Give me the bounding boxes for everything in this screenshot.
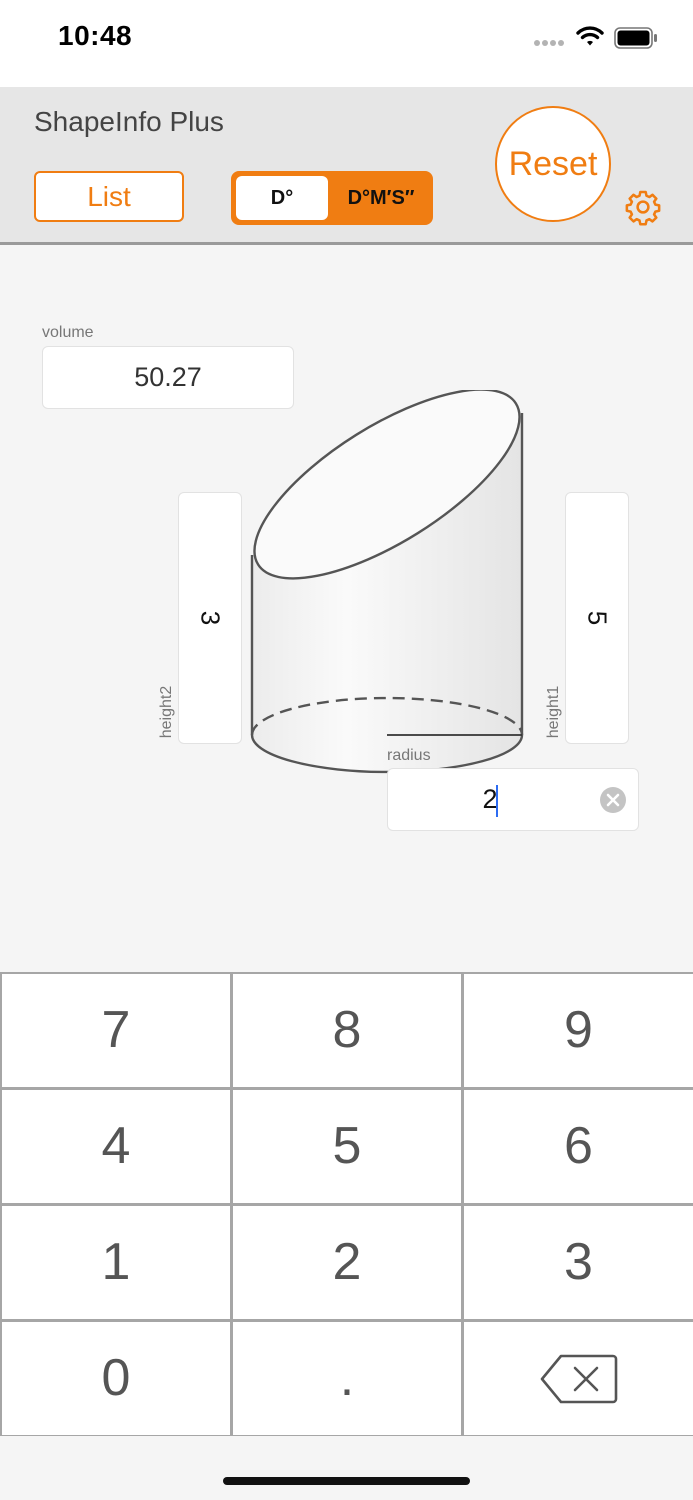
height1-field[interactable]: 5 xyxy=(565,492,629,744)
truncated-cylinder-diagram xyxy=(250,390,524,774)
radius-value: 2 xyxy=(482,784,498,814)
key-8[interactable]: 8 xyxy=(233,974,461,1087)
height2-value: 3 xyxy=(195,610,226,626)
gear-icon[interactable] xyxy=(624,188,662,231)
home-indicator-area xyxy=(0,1436,693,1500)
key-decimal[interactable]: . xyxy=(233,1322,461,1435)
key-3[interactable]: 3 xyxy=(464,1206,693,1319)
key-0[interactable]: 0 xyxy=(2,1322,230,1435)
angle-format-toggle[interactable]: D° D°M′S″ xyxy=(231,171,433,225)
key-7[interactable]: 7 xyxy=(2,974,230,1087)
height2-label: height2 xyxy=(158,685,175,739)
key-2[interactable]: 2 xyxy=(233,1206,461,1319)
wifi-icon xyxy=(576,25,604,52)
angle-option-degrees[interactable]: D° xyxy=(236,176,328,220)
height1-label: height1 xyxy=(545,685,562,739)
height1-value: 5 xyxy=(582,610,613,626)
key-6[interactable]: 6 xyxy=(464,1090,693,1203)
key-5[interactable]: 5 xyxy=(233,1090,461,1203)
clear-input-icon[interactable] xyxy=(599,786,627,819)
angle-option-dms[interactable]: D°M′S″ xyxy=(331,173,431,223)
cellular-signal-icon xyxy=(533,34,565,52)
key-backspace[interactable] xyxy=(464,1322,693,1435)
height2-field[interactable]: 3 xyxy=(178,492,242,744)
text-cursor xyxy=(496,785,498,817)
status-time: 10:48 xyxy=(58,20,133,51)
key-1[interactable]: 1 xyxy=(2,1206,230,1319)
backspace-icon xyxy=(540,1354,618,1404)
key-9[interactable]: 9 xyxy=(464,974,693,1087)
list-button[interactable]: List xyxy=(34,171,184,222)
key-4[interactable]: 4 xyxy=(2,1090,230,1203)
battery-icon xyxy=(614,27,658,54)
home-indicator[interactable] xyxy=(223,1477,470,1485)
radius-field[interactable]: 2 xyxy=(387,768,639,831)
volume-label: volume xyxy=(42,324,94,341)
radius-label: radius xyxy=(387,747,431,764)
reset-button[interactable]: Reset xyxy=(495,106,611,222)
app-title: ShapeInfo Plus xyxy=(34,106,224,137)
